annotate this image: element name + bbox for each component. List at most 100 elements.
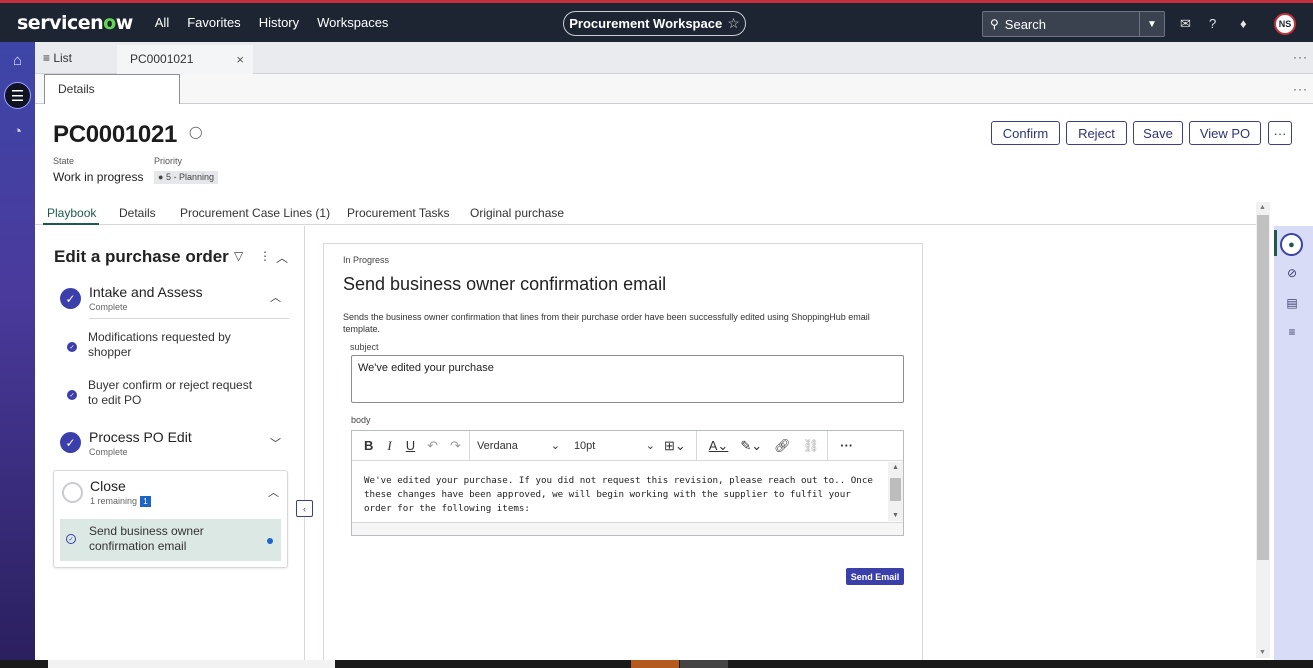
nav-all[interactable]: All [155, 15, 169, 30]
font-family-select[interactable]: Verdana ⌄ [470, 439, 567, 453]
activity-send-confirmation-email[interactable]: ✓ Send business owner confirmation email [60, 519, 281, 561]
save-button[interactable]: Save [1133, 121, 1183, 145]
undo-icon[interactable]: ↶ [427, 438, 438, 454]
tag-icon[interactable]: ◯ [189, 125, 202, 139]
active-panel-indicator [1274, 230, 1277, 256]
page-scrollbar[interactable]: ▲ ▼ [1256, 202, 1270, 658]
scroll-down-icon[interactable]: ▼ [1259, 649, 1266, 656]
global-search[interactable]: ⚲ Search ▼ [982, 11, 1165, 37]
scroll-up-icon: ▲ [892, 464, 899, 471]
tab-procurement-tasks[interactable]: Procurement Tasks [347, 206, 450, 220]
search-icon: ⚲ [990, 17, 999, 31]
active-tab-indicator [43, 223, 99, 225]
tab-details[interactable]: Details [119, 206, 156, 220]
home-icon[interactable]: ⌂ [8, 51, 27, 70]
playbook-guidance-icon[interactable]: ● [1280, 233, 1303, 256]
chevron-up-icon[interactable]: ︿ [270, 289, 281, 305]
editor-body-text[interactable]: We've edited your purchase. If you did n… [352, 462, 887, 521]
tab-procurement-case-lines[interactable]: Procurement Case Lines (1) [180, 206, 330, 220]
details-subtab[interactable]: Details [44, 74, 180, 104]
list-details-icon[interactable]: ≡ [1283, 325, 1301, 339]
notification-bell-icon[interactable]: ♦ [1240, 16, 1247, 31]
taskbar-segment [680, 660, 728, 668]
attachment-icon[interactable]: ⊘ [1283, 266, 1301, 280]
stage-close[interactable]: Close 1 remaining 1 ︿ ✓ Send business own… [53, 470, 288, 568]
scroll-up-icon[interactable]: ▲ [1259, 204, 1266, 211]
scroll-down-icon: ▼ [892, 512, 899, 519]
nav-favorites[interactable]: Favorites [187, 15, 240, 30]
more-subtabs-icon[interactable]: ··· [1293, 82, 1308, 96]
document-icon[interactable]: ▤ [1283, 296, 1301, 310]
bold-icon[interactable]: B [364, 438, 373, 453]
activity-status: In Progress [343, 255, 390, 265]
editor-scrollbar[interactable]: ▲ ▼ [888, 462, 903, 521]
star-icon[interactable]: ☆ [727, 15, 740, 32]
stage-name: Process PO Edit [89, 429, 192, 445]
more-tabs-icon[interactable]: ··· [1293, 50, 1308, 64]
activity-complete-icon: ✓ [67, 390, 77, 400]
activity-title: Send business owner confirmation email [343, 274, 667, 294]
nav-workspaces[interactable]: Workspaces [317, 15, 388, 30]
reject-button[interactable]: Reject [1066, 121, 1127, 145]
text-color-icon[interactable]: A⌄ [709, 438, 729, 454]
chevron-up-icon[interactable]: ︿ [268, 484, 279, 500]
chevron-down-icon[interactable]: ﹀ [270, 435, 281, 451]
editor-resize-bar[interactable] [352, 522, 903, 535]
activity-in-progress-icon: ✓ [66, 534, 76, 544]
record-number: PC0001021 [53, 121, 178, 148]
taskbar-segment [631, 660, 679, 668]
stage-remaining: 1 remaining 1 [90, 496, 152, 507]
activity-name: Send business owner confirmation email [89, 524, 204, 553]
close-tab-icon[interactable]: × [236, 52, 244, 67]
user-avatar[interactable]: NS [1274, 13, 1296, 35]
more-actions-button[interactable]: ··· [1268, 121, 1292, 145]
collapse-panel-button[interactable]: ‹ [296, 500, 313, 517]
activity-card: In Progress Send business owner confirma… [323, 243, 923, 660]
more-tools-icon[interactable]: ··· [840, 438, 853, 453]
filter-icon[interactable]: ▽ [234, 249, 243, 263]
activity-buyer-confirm[interactable]: Buyer confirm or reject request to edit … [88, 378, 263, 408]
complete-check-icon: ✓ [60, 288, 81, 309]
list-icon[interactable]: ☰ [4, 82, 31, 109]
send-email-button[interactable]: Send Email [846, 568, 904, 585]
playbook-title: Edit a purchase order [54, 247, 229, 266]
record-tabs: Playbook Details Procurement Case Lines … [35, 203, 1256, 225]
activity-modifications-requested[interactable]: Modifications requested by shopper [88, 330, 263, 360]
workspace-switcher[interactable]: Procurement Workspace ☆ [563, 11, 746, 36]
more-options-icon[interactable]: ⋮ [259, 249, 271, 263]
priority-badge: ● 5 - Planning [154, 171, 218, 184]
link-icon[interactable]: 🔗︎ [774, 438, 791, 454]
analytics-icon[interactable]: ◔ [8, 122, 27, 141]
italic-icon[interactable]: I [387, 438, 391, 454]
body-rich-text-editor[interactable]: B I U ↶ ↷ Verdana ⌄ 10pt ⌄ ⊞⌄ A⌄ ✎⌄ 🔗︎ ⛓︎ … [351, 430, 904, 536]
redo-icon[interactable]: ↷ [450, 438, 461, 454]
confirm-button[interactable]: Confirm [991, 121, 1060, 145]
chat-icon[interactable]: ✉ [1180, 16, 1191, 32]
subject-field[interactable]: We've edited your purchase [351, 355, 904, 403]
nav-history[interactable]: History [259, 15, 299, 30]
highlight-color-icon[interactable]: ✎⌄ [740, 438, 762, 454]
underline-icon[interactable]: U [406, 438, 415, 453]
tab-original-purchase[interactable]: Original purchase [470, 206, 564, 220]
activity-complete-icon: ✓ [67, 342, 77, 352]
complete-check-icon: ✓ [60, 432, 81, 453]
list-tab[interactable]: ≡ List [43, 51, 72, 65]
tab-playbook[interactable]: Playbook [47, 206, 96, 220]
collapse-icon[interactable]: ︿ [276, 249, 288, 266]
font-size-select[interactable]: 10pt ⌄ [567, 439, 662, 453]
state-value: Work in progress [53, 170, 144, 184]
search-label: Search [1004, 16, 1046, 32]
workspace-name: Procurement Workspace [569, 16, 723, 31]
stage-status: Complete [89, 447, 128, 457]
record-tab[interactable]: PC0001021 × [117, 45, 253, 74]
table-icon[interactable]: ⊞⌄ [664, 438, 686, 454]
search-scope-dropdown[interactable]: ▼ [1139, 12, 1164, 36]
left-app-rail: ⌂ ☰ ◔ [0, 42, 35, 668]
unlink-icon[interactable]: ⛓︎ [803, 438, 820, 454]
editor-scroll-thumb[interactable] [890, 478, 901, 501]
view-po-button[interactable]: View PO [1189, 121, 1261, 145]
page-scroll-thumb[interactable] [1257, 215, 1269, 560]
help-icon[interactable]: ? [1209, 16, 1216, 31]
subject-label: subject [350, 342, 379, 352]
servicenow-logo[interactable]: servicenow [17, 12, 133, 34]
